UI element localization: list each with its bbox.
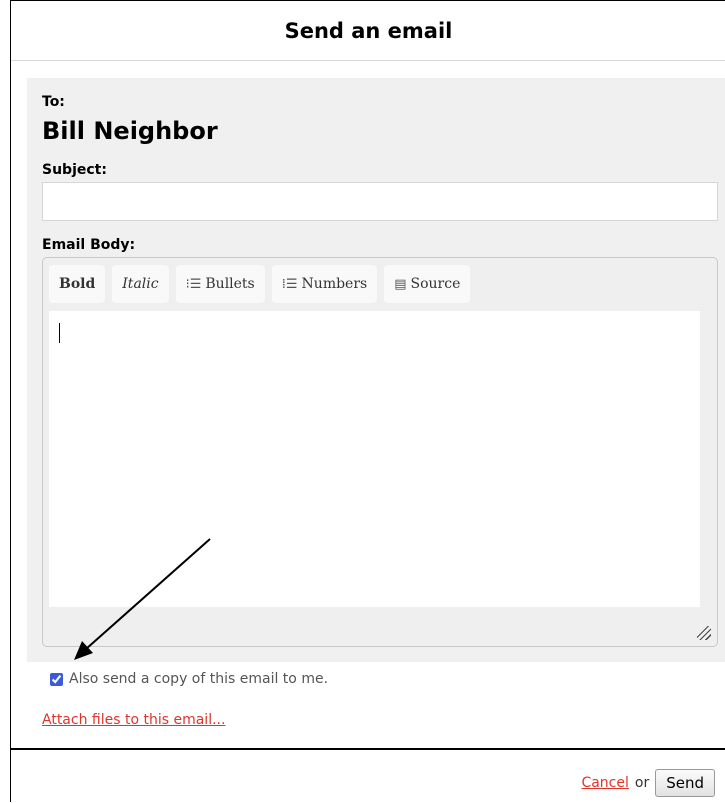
resize-handle-icon[interactable]	[697, 626, 711, 640]
bullet-list-icon: ⁝☰	[185, 276, 202, 292]
numbered-list-icon: ⁞☰	[281, 276, 298, 292]
copy-to-self-option[interactable]: Also send a copy of this email to me.	[50, 671, 328, 687]
email-body-label: Email Body:	[42, 237, 136, 253]
send-button[interactable]: Send	[655, 769, 715, 797]
source-button-label: Source	[410, 276, 461, 292]
source-button[interactable]: ▤ Source	[384, 265, 471, 303]
numbers-button-label: Numbers	[301, 276, 368, 292]
text-cursor	[59, 323, 60, 343]
dialog-title: Send an email	[284, 19, 453, 43]
cancel-link[interactable]: Cancel	[581, 775, 628, 791]
copy-to-self-label[interactable]: Also send a copy of this email to me.	[69, 671, 328, 687]
email-body-textarea[interactable]	[49, 311, 700, 607]
title-divider	[11, 60, 725, 61]
numbers-button[interactable]: ⁞☰ Numbers	[271, 265, 378, 303]
subject-input[interactable]	[42, 182, 718, 221]
bold-button-label: Bold	[59, 276, 96, 292]
italic-button[interactable]: Italic	[112, 265, 169, 303]
or-text: or	[634, 775, 650, 791]
editor-toolbar: Bold Italic ⁝☰ Bullets ⁞☰ Numbers ▤ Sour…	[49, 265, 477, 303]
bold-button[interactable]: Bold	[49, 265, 106, 303]
to-label: To:	[42, 94, 65, 110]
document-icon: ▤	[394, 276, 407, 292]
footer-divider	[11, 748, 725, 750]
italic-button-label: Italic	[122, 276, 159, 292]
dialog-footer: Cancel or Send	[581, 769, 715, 797]
subject-label: Subject:	[42, 162, 107, 178]
attach-files-link[interactable]: Attach files to this email...	[42, 712, 225, 728]
rich-text-editor: Bold Italic ⁝☰ Bullets ⁞☰ Numbers ▤ Sour…	[42, 257, 718, 647]
copy-to-self-checkbox[interactable]	[50, 672, 63, 686]
bullets-button-label: Bullets	[205, 276, 255, 292]
bullets-button[interactable]: ⁝☰ Bullets	[175, 265, 265, 303]
email-dialog: Send an email To: Bill Neighbor Subject:…	[10, 0, 725, 802]
recipient-name: Bill Neighbor	[42, 117, 218, 145]
